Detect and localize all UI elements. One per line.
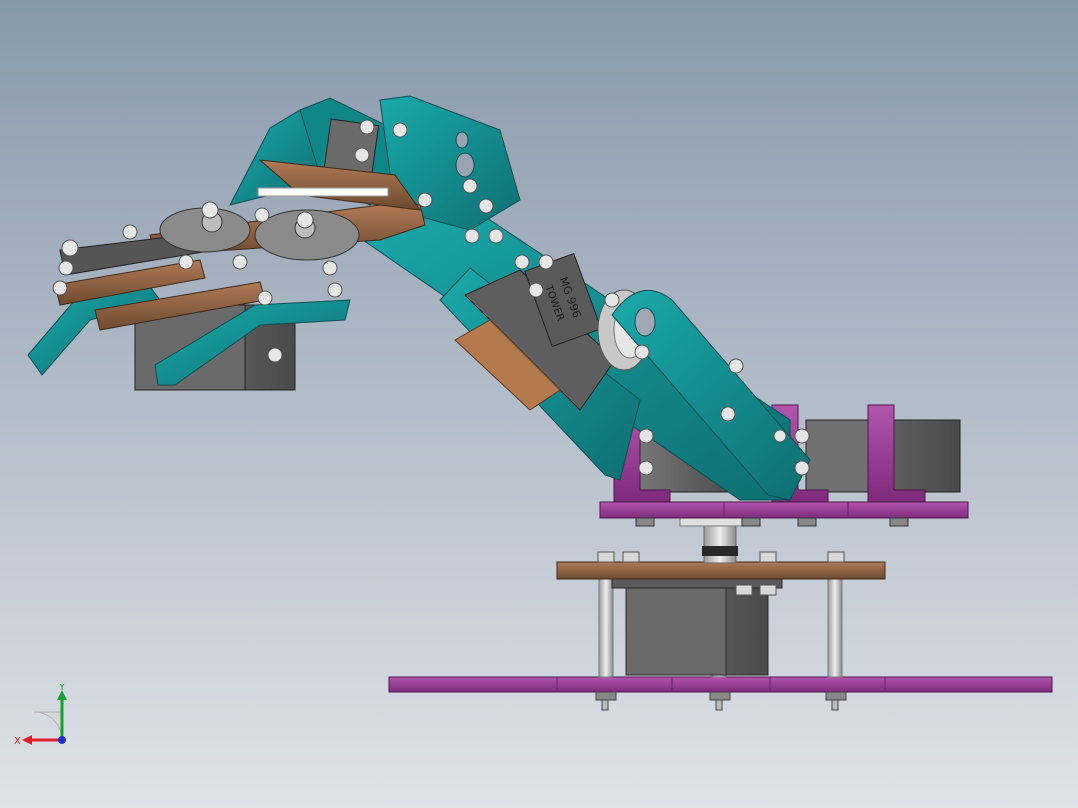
y-axis-label: Y — [58, 684, 66, 693]
base-bottom-plate — [388, 676, 1053, 693]
robot-arm-model[interactable]: MG 996 TOWER — [0, 0, 1078, 808]
coordinate-triad: Y X — [14, 684, 67, 747]
z-axis-dot — [58, 736, 66, 744]
base-servo — [611, 577, 783, 676]
gripper-assembly — [27, 159, 426, 391]
turntable-plate — [599, 501, 969, 519]
base-wood-plate — [556, 561, 886, 580]
base-nuts — [595, 691, 847, 711]
cad-3d-viewport[interactable]: MG 996 TOWER Y X — [0, 0, 1078, 808]
lower-arm: MG 996 TOWER — [359, 189, 811, 501]
x-axis-label: X — [14, 736, 21, 747]
base-assembly — [388, 501, 1053, 711]
